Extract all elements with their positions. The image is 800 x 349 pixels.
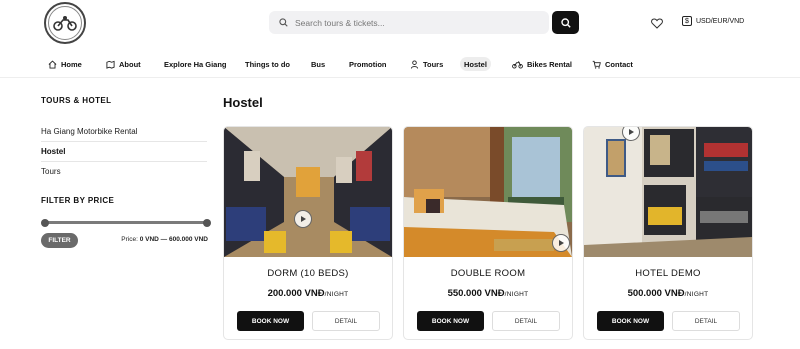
filter-button[interactable]: FILTER [41, 233, 78, 248]
dollar-icon: $ [682, 16, 692, 26]
book-now-button[interactable]: BOOK NOW [237, 311, 304, 331]
room-name: DOUBLE ROOM [450, 268, 526, 279]
nav-tours[interactable]: Tours [406, 57, 447, 71]
nav-hostel[interactable]: Hostel [460, 57, 491, 71]
divider [41, 161, 207, 162]
divider [41, 141, 207, 142]
room-card: DORM (10 BEDS) 200.000 VNĐ/NIGHT BOOK NO… [223, 126, 393, 340]
room-price: 200.000 VNĐ/NIGHT [267, 288, 349, 299]
room-price: 550.000 VNĐ/NIGHT [447, 288, 529, 299]
book-now-button[interactable]: BOOK NOW [417, 311, 484, 331]
dorm-room-image[interactable] [224, 127, 392, 257]
hotel-demo-image[interactable] [584, 127, 752, 257]
nav-things-to-do[interactable]: Things to do [241, 57, 294, 71]
sidebar-link-hostel[interactable]: Hostel [41, 147, 207, 156]
nav-home[interactable]: Home [44, 57, 86, 71]
search-icon [279, 18, 288, 27]
person-icon [410, 59, 419, 69]
currency-switcher[interactable]: $ USD/EUR/VND [682, 16, 744, 26]
room-card: HOTEL DEMO 500.000 VNĐ/NIGHT BOOK NOW DE… [583, 126, 753, 340]
price-slider-track[interactable] [45, 221, 206, 224]
sidebar-title: TOURS & HOTEL [41, 96, 112, 105]
play-360-icon[interactable] [552, 234, 570, 252]
nav-about[interactable]: About [102, 57, 145, 71]
logo-motorbike-emblem [48, 6, 82, 40]
nav-contact[interactable]: Contact [588, 57, 637, 71]
detail-button[interactable]: DETAIL [492, 311, 560, 331]
site-header: Search tours & tickets... $ USD/EUR/VND [0, 0, 800, 46]
search-icon [560, 17, 571, 28]
price-slider-max-handle[interactable] [203, 219, 211, 227]
sidebar-link-tours[interactable]: Tours [41, 167, 207, 176]
nav-explore-ha-giang[interactable]: Explore Ha Giang [160, 57, 231, 71]
page-title: Hostel [223, 95, 263, 110]
room-name: DORM (10 BEDS) [267, 268, 349, 279]
play-360-icon[interactable] [294, 210, 312, 228]
room-price: 500.000 VNĐ/NIGHT [627, 288, 709, 299]
wishlist-heart-icon[interactable] [651, 16, 663, 34]
search-input[interactable]: Search tours & tickets... [295, 18, 385, 28]
search-bar[interactable]: Search tours & tickets... [269, 11, 549, 34]
map-icon [106, 60, 115, 69]
motorbike-icon [512, 60, 523, 69]
nav-bikes-rental[interactable]: Bikes Rental [508, 57, 576, 71]
book-now-button[interactable]: BOOK NOW [597, 311, 664, 331]
search-button[interactable] [552, 11, 579, 34]
price-range-label: Price: 0 VND — 600.000 VND [121, 236, 208, 243]
room-name: HOTEL DEMO [635, 268, 701, 279]
main-nav: Home About Explore Ha Giang Things to do… [0, 50, 800, 78]
cart-icon [592, 60, 601, 69]
sidebar-link-motorbike-rental[interactable]: Ha Giang Motorbike Rental [41, 127, 207, 136]
filter-title: FILTER BY PRICE [41, 196, 115, 205]
room-card: DOUBLE ROOM 550.000 VNĐ/NIGHT BOOK NOW D… [403, 126, 573, 340]
price-slider-min-handle[interactable] [41, 219, 49, 227]
detail-button[interactable]: DETAIL [312, 311, 380, 331]
nav-bus[interactable]: Bus [307, 57, 329, 71]
home-icon [48, 59, 57, 69]
nav-promotion[interactable]: Promotion [345, 57, 391, 71]
double-room-image[interactable] [404, 127, 572, 257]
detail-button[interactable]: DETAIL [672, 311, 740, 331]
site-logo[interactable] [44, 2, 86, 44]
currency-label: USD/EUR/VND [696, 17, 745, 25]
